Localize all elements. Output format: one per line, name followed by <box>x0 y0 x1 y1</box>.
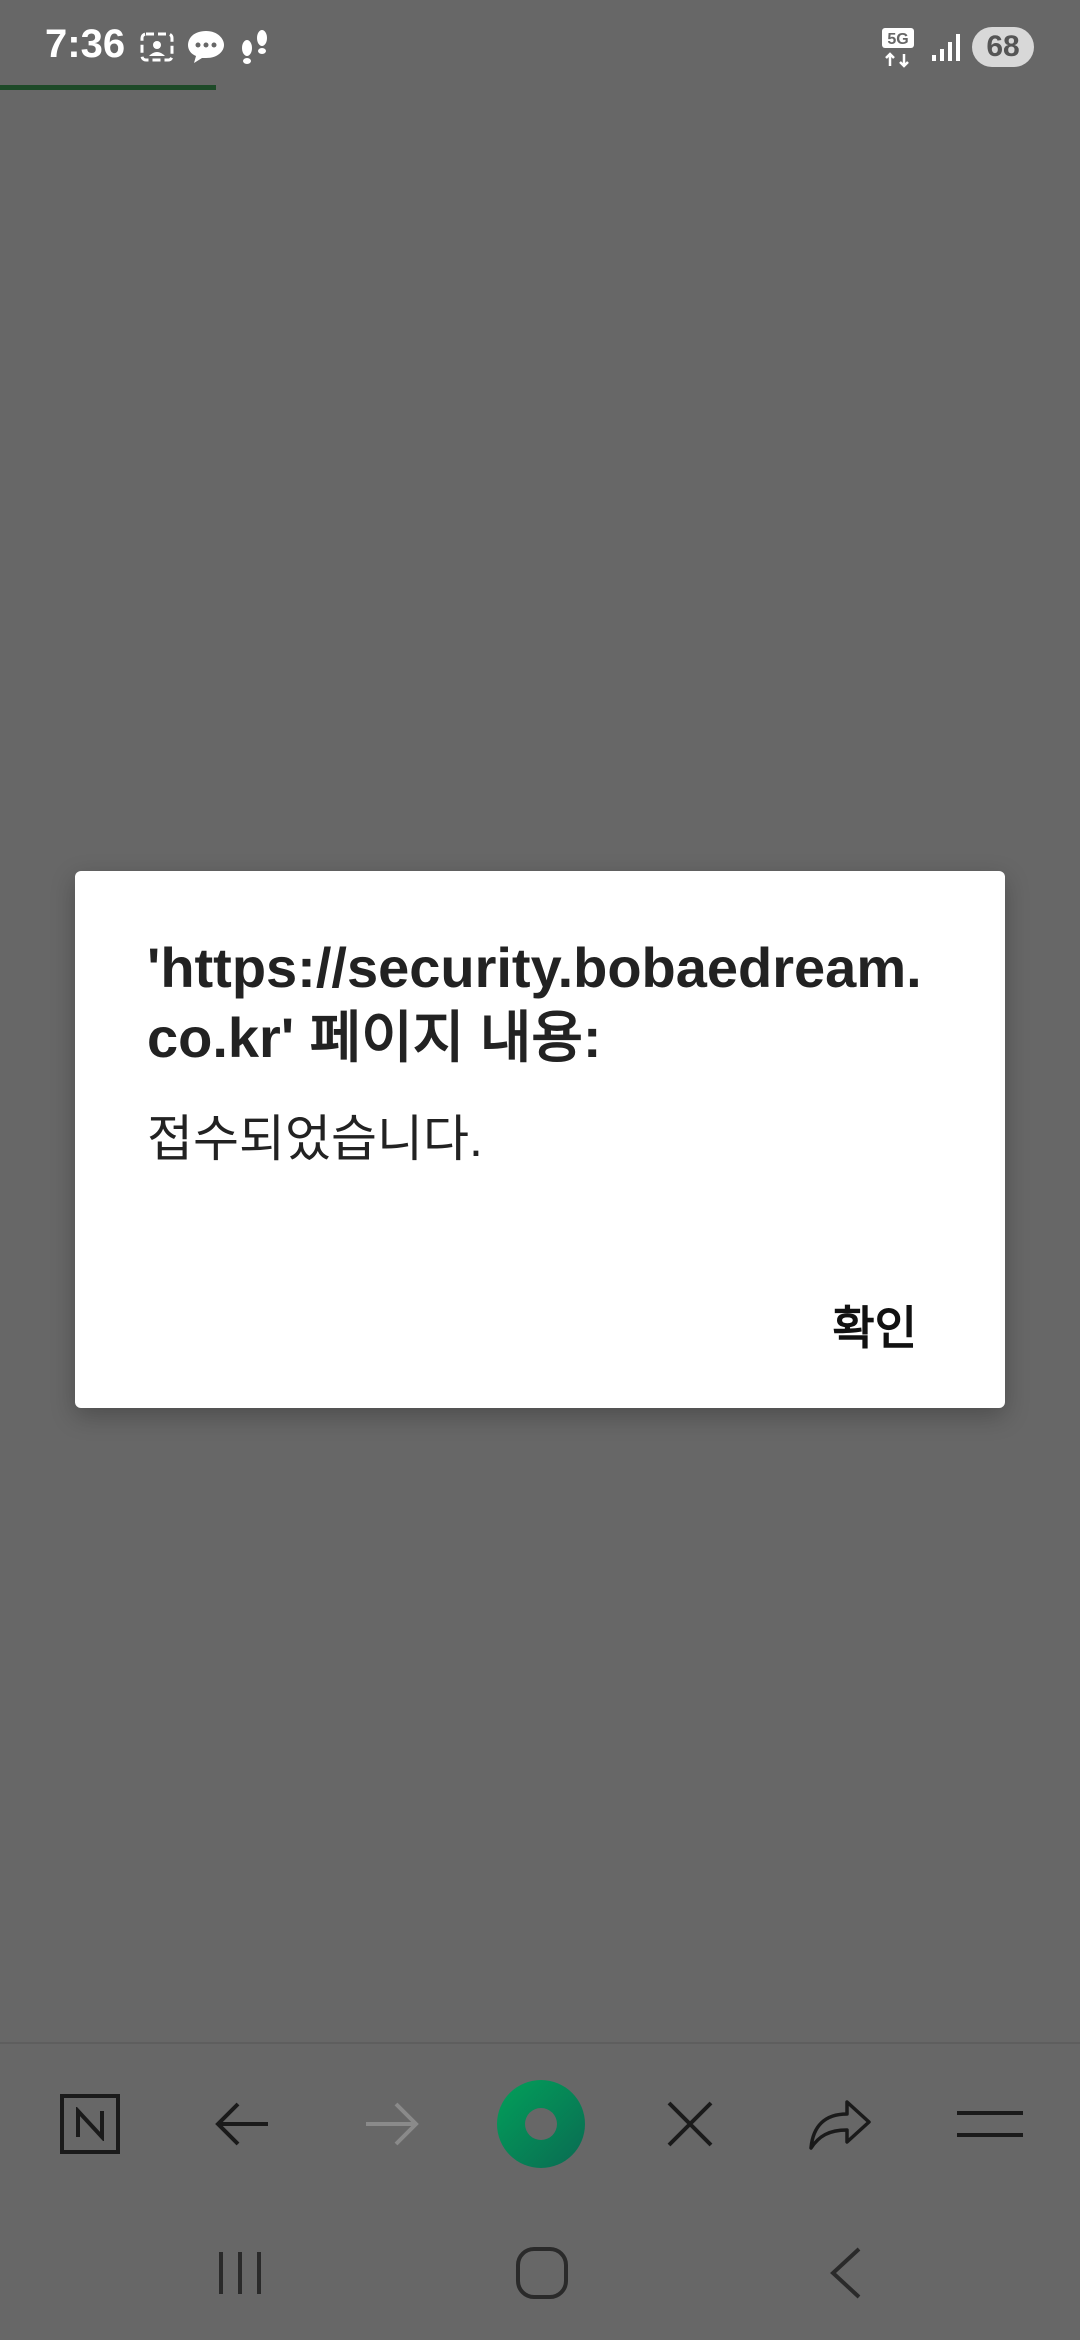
home-circle-icon <box>497 2080 585 2168</box>
footprints-icon <box>241 30 267 64</box>
signal-icon <box>932 34 960 61</box>
share-icon <box>809 2100 871 2150</box>
svg-text:5G: 5G <box>887 31 908 48</box>
page-load-progress <box>0 85 216 90</box>
back-button[interactable] <box>202 2084 282 2164</box>
back-nav-button[interactable] <box>805 2238 885 2308</box>
home-green-button[interactable] <box>496 2080 586 2168</box>
status-bar: 7:36 5G 68 <box>0 0 1080 90</box>
close-tab-button[interactable] <box>650 2084 730 2164</box>
forward-arrow-icon <box>366 2102 419 2146</box>
close-icon <box>667 2101 713 2147</box>
status-time: 7:36 <box>45 22 126 66</box>
notification-icons <box>138 28 279 66</box>
recent-apps-button[interactable] <box>200 2238 280 2308</box>
chat-bubble-icon <box>188 31 225 63</box>
home-button[interactable] <box>502 2238 582 2308</box>
status-right: 5G 68 <box>880 26 1034 68</box>
dialog-message: 접수되었습니다. <box>147 1111 483 1167</box>
share-button[interactable] <box>800 2084 880 2164</box>
network-5g-icon: 5G <box>882 28 914 68</box>
forward-button[interactable] <box>352 2084 432 2164</box>
dialog-title: 'https://security.bobaedream.co.kr' 페이지 … <box>147 936 922 1069</box>
naver-n-icon <box>60 2094 120 2154</box>
naver-button[interactable] <box>50 2084 130 2164</box>
android-nav-bar <box>0 2198 1080 2340</box>
recent-apps-icon <box>219 2252 261 2294</box>
alert-dialog: 'https://security.bobaedream.co.kr' 페이지 … <box>75 871 1005 1408</box>
ok-button[interactable]: 확인 <box>832 1292 917 1358</box>
browser-toolbar <box>0 2042 1080 2200</box>
back-icon <box>830 2247 861 2299</box>
menu-icon <box>957 2111 1023 2137</box>
screenshot-icon <box>140 32 174 62</box>
back-arrow-icon <box>215 2102 268 2146</box>
home-icon <box>516 2247 568 2299</box>
menu-button[interactable] <box>950 2084 1030 2164</box>
battery-indicator: 68 <box>972 27 1034 67</box>
